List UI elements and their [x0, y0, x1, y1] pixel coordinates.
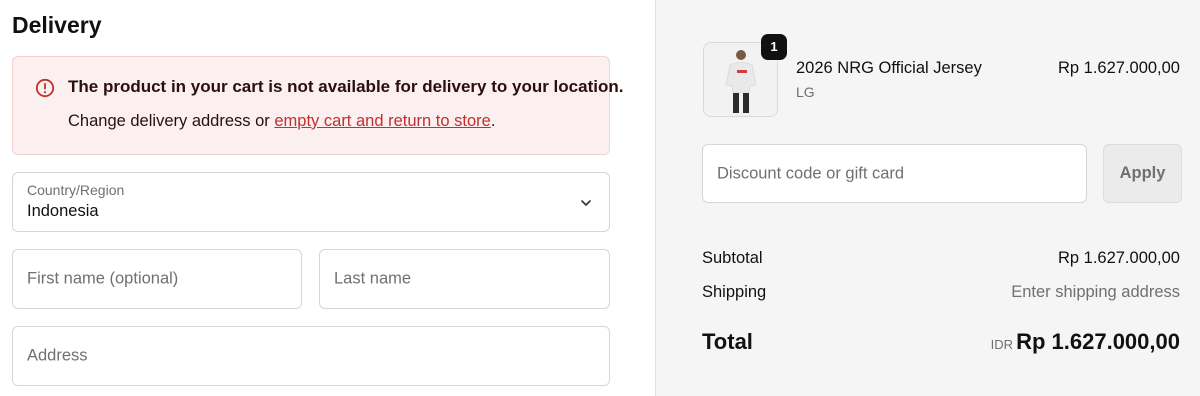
delivery-error-alert: The product in your cart is not availabl…	[12, 56, 623, 155]
first-name-field[interactable]: First name (optional)	[12, 249, 302, 309]
empty-cart-link[interactable]: empty cart and return to store	[274, 112, 490, 130]
product-price: Rp 1.627.000,00	[1057, 59, 1180, 77]
product-variant: LG	[796, 84, 815, 100]
discount-placeholder: Discount code or gift card	[717, 164, 905, 182]
country-region-label: Country/Region	[27, 182, 125, 198]
last-name-field[interactable]: Last name	[319, 249, 610, 309]
address-field[interactable]: Address	[12, 326, 610, 386]
checkout-page: Delivery The product in your cart is not…	[0, 0, 1200, 396]
shipping-value: Enter shipping address	[1011, 283, 1180, 301]
alert-body-prefix: Change delivery address or	[68, 112, 275, 130]
address-placeholder: Address	[27, 346, 88, 365]
delivery-section: Delivery The product in your cart is not…	[0, 0, 655, 396]
country-region-select[interactable]: Country/Region Indonesia	[12, 172, 610, 232]
discount-code-input[interactable]: Discount code or gift card	[702, 144, 1087, 203]
product-name: 2026 NRG Official Jersey	[796, 59, 982, 77]
total-label: Total	[702, 329, 753, 354]
chevron-down-icon	[581, 200, 591, 206]
delivery-heading: Delivery	[12, 12, 102, 38]
first-name-placeholder: First name (optional)	[27, 269, 179, 288]
alert-body-suffix: .	[490, 112, 496, 130]
last-name-placeholder: Last name	[334, 269, 412, 288]
total-currency: IDR	[990, 337, 1013, 352]
shipping-label: Shipping	[702, 283, 767, 301]
subtotal-value: Rp 1.627.000,00	[1057, 249, 1180, 267]
alert-circle-icon	[35, 78, 55, 98]
alert-title: The product in your cart is not availabl…	[68, 77, 624, 96]
apply-discount-button[interactable]: Apply	[1103, 144, 1182, 203]
country-region-value: Indonesia	[27, 202, 99, 220]
total-value: Rp 1.627.000,00	[1016, 329, 1180, 354]
order-summary: 1 2026 NRG Official Jersey LG Rp 1.627.0…	[655, 0, 1200, 396]
subtotal-label: Subtotal	[702, 249, 763, 267]
alert-body: Change delivery address or empty cart an…	[68, 112, 495, 131]
quantity-badge: 1	[761, 34, 787, 60]
